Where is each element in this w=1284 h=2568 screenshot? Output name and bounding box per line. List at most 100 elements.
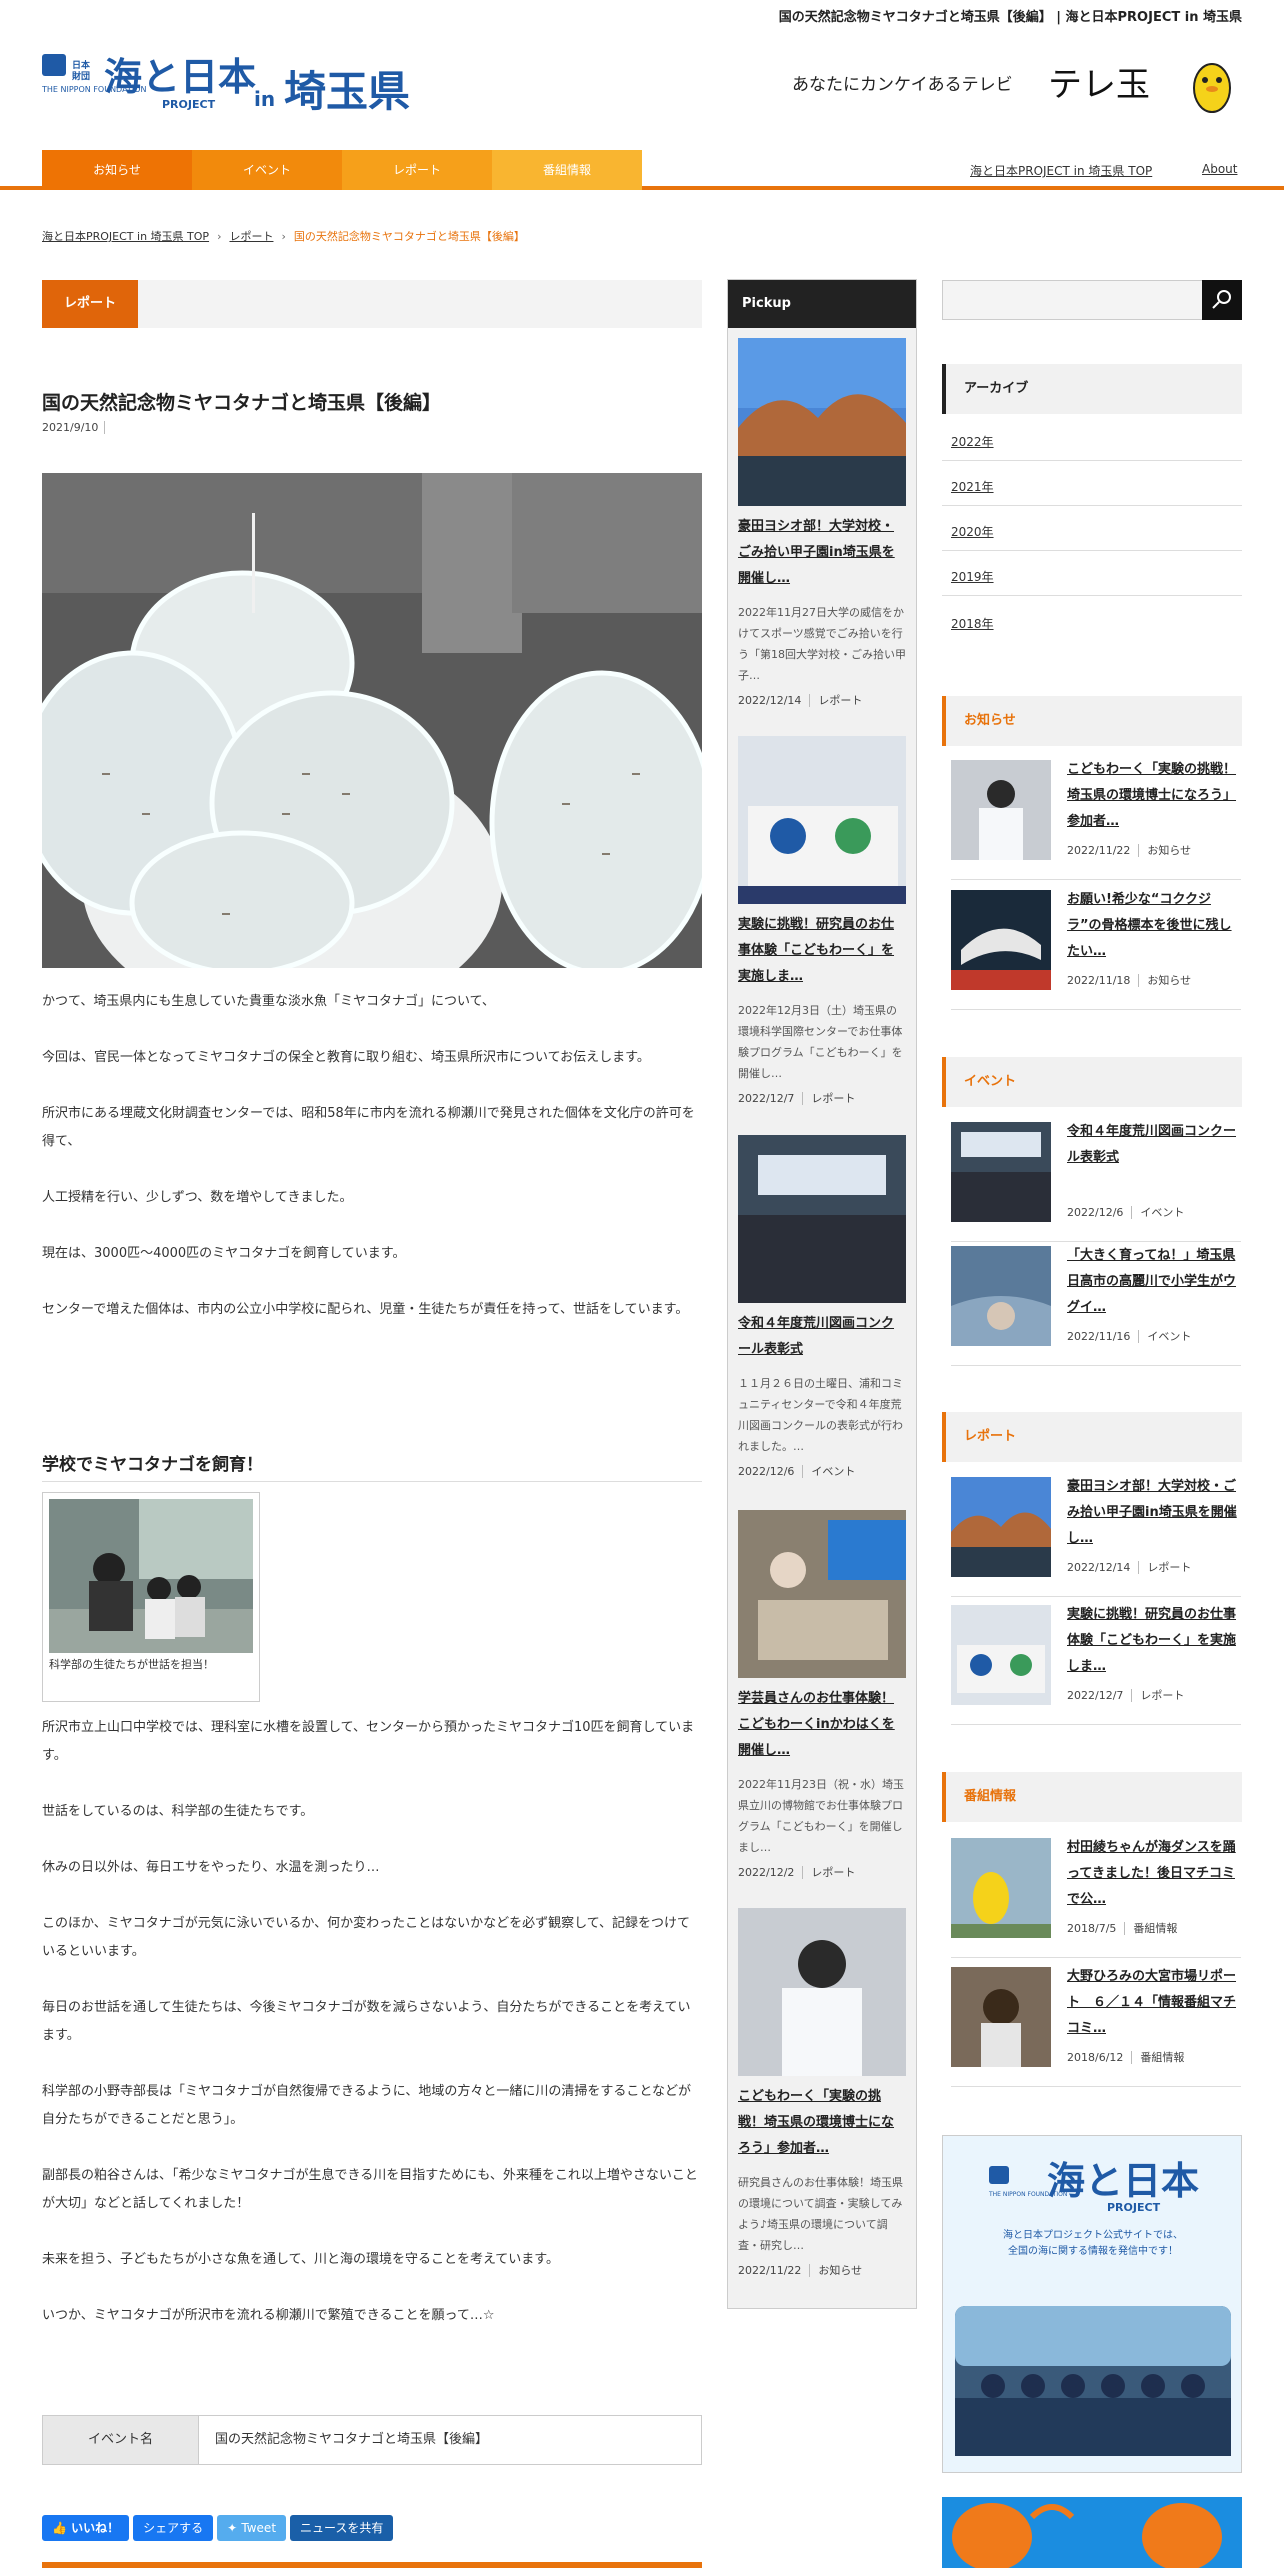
pickup-title[interactable]: 令和４年度荒川図画コンクール表彰式 [738,1311,906,1363]
nav-tab-news[interactable]: お知らせ [42,150,192,190]
nav-link-top[interactable]: 海と日本PROJECT in 埼玉県 TOP [970,162,1152,179]
news-meta: 2022/11/22 お知らせ [1067,842,1191,858]
pickup-meta: 2022/12/6 イベント [738,1463,906,1479]
archive-link[interactable]: 2022年 [951,433,994,450]
like-button[interactable]: 👍 いいね！ [42,2515,130,2541]
logo-project: PROJECT [162,98,216,111]
teletama-logo[interactable]: あなたにカンケイあるテレビ テレ玉 [792,52,1242,122]
pickup-item: 豪田ヨシオ部！大学対校・ごみ拾い甲子園in埼玉県を開催し… 2022年11月27… [738,338,906,708]
facebook-share-button[interactable]: シェアする [133,2515,214,2541]
pickup-category: レポート [811,1092,856,1105]
bottom-accent-bar [42,2562,702,2568]
event-meta: 2022/12/6 イベント [1067,1204,1184,1220]
pickup-excerpt: 2022年12月3日（土）埼玉県の環境科学国際センターでお仕事体験プログラム「こ… [738,1004,903,1080]
event-thumb[interactable] [951,1246,1051,1346]
pickup-category: レポート [818,694,863,707]
program-thumb[interactable] [951,1838,1051,1938]
program-title[interactable]: 村田綾ちゃんが海ダンスを踊ってきました！後日マチコミで公… [1067,1835,1239,1913]
pickup-title[interactable]: 豪田ヨシオ部！大学対校・ごみ拾い甲子園in埼玉県を開催し… [738,514,906,592]
report-category: レポート [1140,1689,1185,1702]
pickup-excerpt: 研究員さんのお仕事体験！埼玉県の環境について調査・実験してみよう♪埼玉県の環境に… [738,2176,903,2252]
program-category: 番組情報 [1133,1922,1178,1935]
pickup-thumb[interactable] [738,1510,906,1678]
event-value: 国の天然記念物ミヤコタナゴと埼玉県【後編】 [215,2432,489,2447]
event-title[interactable]: 令和４年度荒川図画コンクール表彰式 [1067,1119,1239,1171]
news-meta: 2022/11/18 お知らせ [1067,972,1191,988]
event-meta: 2022/11/16 イベント [1067,1328,1191,1344]
report-title[interactable]: 実験に挑戦！研究員のお仕事体験「こどもわーく」を実施しま… [1067,1602,1239,1680]
pickup-title[interactable]: こどもわーく「実験の挑戦！埼玉県の環境博士になろう」参加者… [738,2084,906,2162]
pickup-excerpt: 2022年11月23日（祝・水）埼玉県立川の博物館でお仕事体験プログラム「こども… [738,1778,904,1854]
pickup-category: お知らせ [818,2264,863,2277]
pickup-thumb[interactable] [738,736,906,904]
paragraph: 所沢市にある埋蔵文化財調査センターでは、昭和58年に市内を流れる柳瀬川で発見され… [42,1106,695,1149]
program-title[interactable]: 大野ひろみの大宮市場リポート ６／１４「情報番組マチコミ… [1067,1964,1239,2042]
event-thumb[interactable] [951,1122,1051,1222]
nav-link-about[interactable]: About [1202,162,1237,176]
nav-tab-program[interactable]: 番組情報 [492,150,642,190]
news-category: お知らせ [1147,974,1192,987]
event-label: イベント名 [43,2416,199,2464]
breadcrumb-reports[interactable]: レポート [229,230,273,243]
news-title[interactable]: こどもわーく「実験の挑戦！埼玉県の環境博士になろう」参加者… [1067,757,1239,835]
orange-octopus-banner[interactable] [942,2497,1242,2568]
umi-to-nippon-banner[interactable]: THE NIPPON FOUNDATION 海と日本 PROJECT 海と日本プ… [942,2135,1242,2473]
report-meta: 2022/12/7 レポート [1067,1687,1184,1703]
news-title[interactable]: お願い!希少な“コククジラ”の骨格標本を後世に残したい… [1067,887,1239,965]
event-category: イベント [1140,1206,1185,1219]
archive-link[interactable]: 2021年 [951,478,994,495]
hero-image [42,473,702,968]
archive-link[interactable]: 2019年 [951,568,994,585]
section-title: 学校でミヤコタナゴを飼育！ [42,1450,702,1482]
program-thumb[interactable] [951,1967,1051,2067]
program-heading: 番組情報 [942,1772,1242,1822]
report-thumb[interactable] [951,1477,1051,1577]
pickup-title[interactable]: 学芸員さんのお仕事体験！こどもわーくinかわはくを開催し… [738,1686,906,1764]
program-date: 2018/7/5 [1067,1922,1126,1935]
report-item: 実験に挑戦！研究員のお仕事体験「こどもわーく」を実施しま… 2022/12/7 レ… [951,1605,1241,1725]
search-input[interactable] [942,280,1242,320]
tweet-button[interactable]: ✦ Tweet [217,2515,287,2541]
site-logo[interactable]: 日本 財団 THE NIPPON FOUNDATION 海と日本 PROJECT… [41,48,432,116]
pickup-thumb[interactable] [738,1135,906,1303]
paragraph: 所沢市立上山口中学校では、理科室に水槽を設置して、センターから預かったミヤコタナ… [42,1720,695,1763]
event-date: 2022/12/6 [1067,1206,1133,1219]
archive-link[interactable]: 2018年 [951,615,994,632]
breadcrumb: 海と日本PROJECT in 埼玉県 TOP › レポート › 国の天然記念物ミヤコタナ… [42,230,525,243]
pickup-item: 令和４年度荒川図画コンクール表彰式 １１月２６日の土曜日、浦和コミュニティセンタ… [738,1135,906,1479]
archive-link[interactable]: 2020年 [951,523,994,540]
logo-in: in [254,87,275,111]
news-thumb[interactable] [951,890,1051,990]
pickup-date: 2022/12/2 [738,1866,804,1879]
pickup-thumb[interactable] [738,338,906,506]
share-buttons: 👍 いいね！ シェアする ✦ Tweet ニュースを共有 [42,2515,397,2541]
figure-caption: 科学部の生徒たちが世話を担当！ [49,1658,214,1671]
pickup-title[interactable]: 実験に挑戦！研究員のお仕事体験「こどもわーく」を実施しま… [738,912,906,990]
tv-tagline: あなたにカンケイあるテレビ [792,75,1013,95]
program-meta: 2018/7/5 番組情報 [1067,1920,1177,1936]
event-date: 2022/11/16 [1067,1330,1140,1343]
report-title[interactable]: 豪田ヨシオ部！大学対校・ごみ拾い甲子園in埼玉県を開催し… [1067,1474,1239,1552]
pickup-date: 2022/12/6 [738,1465,804,1478]
category-label[interactable]: レポート [42,280,138,328]
pickup-meta: 2022/11/22 お知らせ [738,2262,906,2278]
news-thumb[interactable] [951,760,1051,860]
search-button[interactable] [1202,280,1242,320]
breadcrumb-home[interactable]: 海と日本PROJECT in 埼玉県 TOP [42,230,209,243]
paragraph: 毎日のお世話を通して生徒たちは、今後ミヤコタナゴが数を減らさないよう、自分たちが… [42,2000,691,2043]
pickup-thumb[interactable] [738,1908,906,2076]
pickup-meta: 2022/12/14 レポート [738,692,906,708]
news-share-button[interactable]: ニュースを共有 [290,2515,394,2541]
post-body-1: かつて、埼玉県内にも生息していた貴重な淡水魚「ミヤコタナゴ」について、 今回は、… [42,988,702,1324]
post-date: 2021/9/10 [42,421,106,434]
figure-image[interactable] [49,1499,253,1653]
report-item: 豪田ヨシオ部！大学対校・ごみ拾い甲子園in埼玉県を開催し… 2022/12/14… [951,1477,1241,1597]
report-thumb[interactable] [951,1605,1051,1705]
event-table: イベント名 国の天然記念物ミヤコタナゴと埼玉県【後編】 [42,2415,702,2465]
nav-tab-reports[interactable]: レポート [342,150,492,190]
banner-line1: 海と日本プロジェクト公式サイトでは、 [1003,2228,1183,2241]
paragraph: いつか、ミヤコタナゴが所沢市を流れる柳瀬川で繁殖できることを願って…☆ [42,2308,495,2323]
event-title[interactable]: 「大きく育ってね！」埼玉県日高市の高麗川で小学生がウグイ… [1067,1243,1239,1321]
thumb-icon: 👍 [52,2521,72,2535]
nav-tab-events[interactable]: イベント [192,150,342,190]
